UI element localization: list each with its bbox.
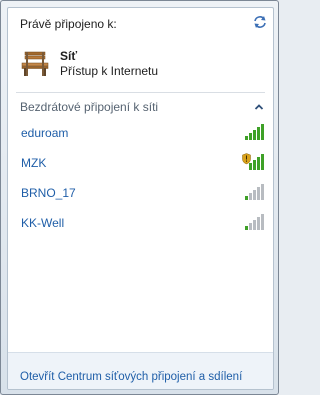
shield-warning-icon	[242, 153, 251, 165]
wireless-section-title: Bezdrátové připojení k síti	[20, 100, 159, 114]
wifi-network-eduroam[interactable]: eduroam	[12, 121, 269, 145]
signal-icon	[242, 153, 264, 170]
wifi-network-name: BRNO_17	[21, 186, 76, 200]
signal-icon	[245, 214, 264, 230]
wifi-network-brno-17[interactable]: BRNO_17	[12, 181, 269, 205]
wifi-network-name: eduroam	[21, 126, 69, 140]
open-network-center-link[interactable]: Otevřít Centrum síťových připojení a sdí…	[20, 371, 242, 383]
connected-to-label: Právě připojeno k:	[20, 17, 117, 31]
signal-icon	[245, 124, 264, 140]
current-network-row: Síť Přístup k Internetu	[18, 46, 268, 86]
current-network-name: Síť	[60, 49, 78, 63]
chevron-up-icon[interactable]	[254, 103, 264, 111]
network-flyout-panel: Právě připojeno k: Síť Přístup k Interne…	[7, 7, 274, 390]
wifi-network-name: MZK	[21, 156, 47, 170]
flyout-footer: Otevřít Centrum síťových připojení a sdí…	[8, 352, 273, 389]
refresh-icon[interactable]	[253, 15, 267, 29]
wifi-network-mzk[interactable]: MZK	[12, 151, 269, 175]
network-flyout-frame: Právě připojeno k: Síť Přístup k Interne…	[0, 0, 279, 395]
signal-icon	[245, 184, 264, 200]
section-divider	[16, 92, 265, 93]
current-network-status: Přístup k Internetu	[60, 64, 159, 78]
bench-icon	[21, 51, 49, 76]
wifi-network-kk-well[interactable]: KK-Well	[12, 211, 269, 235]
wifi-network-name: KK-Well	[21, 216, 65, 230]
